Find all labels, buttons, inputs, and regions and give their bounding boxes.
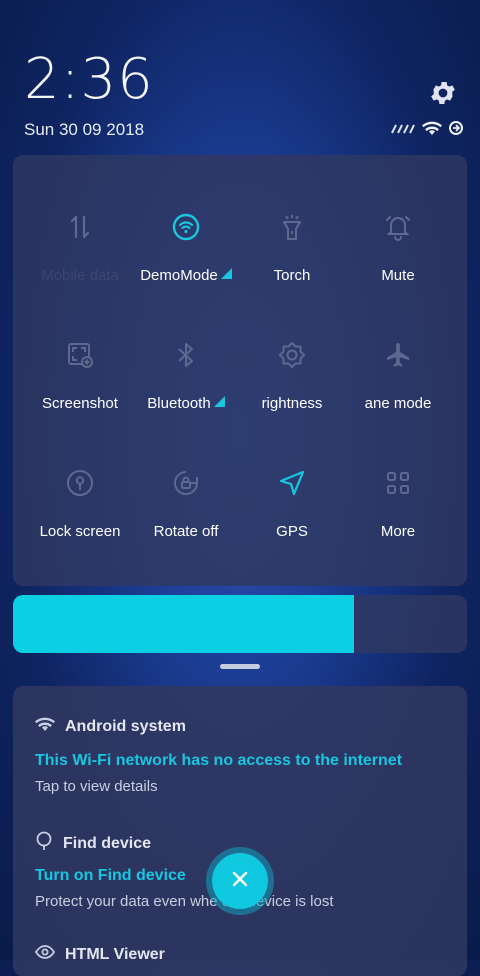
tile-lock-screen[interactable]: Lock screen: [27, 463, 133, 573]
drag-handle[interactable]: [220, 664, 260, 669]
tile-airplane-mode[interactable]: ane mode: [345, 335, 451, 445]
notification-title[interactable]: Turn on Find device: [35, 867, 186, 885]
rotate-lock-icon: [166, 463, 206, 503]
notification-app-header[interactable]: Android system: [35, 716, 186, 737]
notification-panel: Android system This Wi-Fi network has no…: [13, 686, 467, 976]
tile-mute[interactable]: Mute: [345, 207, 451, 317]
tile-brightness[interactable]: rightness: [239, 335, 345, 445]
location-pin-icon: [35, 831, 53, 856]
expand-triangle-icon[interactable]: [213, 396, 225, 407]
tile-demomode[interactable]: DemoMode: [133, 207, 239, 317]
notification-app-header[interactable]: HTML Viewer: [34, 944, 165, 965]
tile-screenshot[interactable]: Screenshot: [27, 335, 133, 445]
notification-app-header[interactable]: Find device: [35, 831, 151, 856]
wifi-icon: [166, 207, 206, 247]
tile-label: Mute: [381, 267, 415, 284]
notification-body[interactable]: Protect your data even whe our device is…: [35, 893, 334, 910]
tile-label: Bluetooth: [147, 395, 211, 412]
tile-more[interactable]: More: [345, 463, 451, 573]
status-header: 2:36 Sun 30 09 2018: [0, 0, 480, 150]
torch-icon: [272, 207, 312, 247]
settings-gear-icon[interactable]: [428, 78, 458, 108]
gps-icon: [272, 463, 312, 503]
wifi-warning-icon: [35, 716, 55, 737]
notification-app-name: HTML Viewer: [65, 945, 165, 963]
notification-app-name: Android system: [65, 717, 186, 735]
grid-icon: [378, 463, 418, 503]
wifi-icon: [422, 120, 442, 136]
eye-icon: [34, 944, 56, 965]
tile-label: More: [380, 523, 416, 540]
brightness-slider[interactable]: [13, 595, 467, 653]
tile-mobile-data[interactable]: Mobile data: [27, 207, 133, 317]
mobile-data-icon: [60, 207, 100, 247]
tile-gps[interactable]: GPS: [239, 463, 345, 573]
close-icon: [230, 869, 250, 894]
tile-bluetooth[interactable]: Bluetooth: [133, 335, 239, 445]
tile-label: DemoMode: [140, 267, 218, 284]
screenshot-icon: [60, 335, 100, 375]
notification-body[interactable]: Tap to view details: [35, 778, 158, 795]
quick-settings-panel: Mobile data DemoMode Torch Mute Screensh…: [13, 155, 467, 586]
notification-app-name: Find device: [63, 834, 152, 852]
bluetooth-icon: [166, 335, 206, 375]
data-saver-icon: [448, 120, 464, 136]
clear-all-button-inner[interactable]: [212, 853, 268, 909]
clock[interactable]: 2:36: [24, 52, 154, 108]
tile-torch[interactable]: Torch: [239, 207, 345, 317]
brightness-icon: [272, 335, 312, 375]
airplane-icon: [378, 335, 418, 375]
clear-all-button[interactable]: [206, 847, 274, 915]
date-label[interactable]: Sun 30 09 2018: [24, 120, 144, 140]
lock-screen-icon: [60, 463, 100, 503]
tile-rotate-off[interactable]: Rotate off: [133, 463, 239, 573]
status-icons: [390, 120, 464, 136]
brightness-slider-fill[interactable]: [13, 595, 354, 653]
no-signal-icon: [390, 121, 416, 135]
tile-label: ane mode: [364, 395, 432, 412]
bell-icon: [378, 207, 418, 247]
notification-title[interactable]: This Wi-Fi network has no access to the …: [35, 752, 402, 770]
